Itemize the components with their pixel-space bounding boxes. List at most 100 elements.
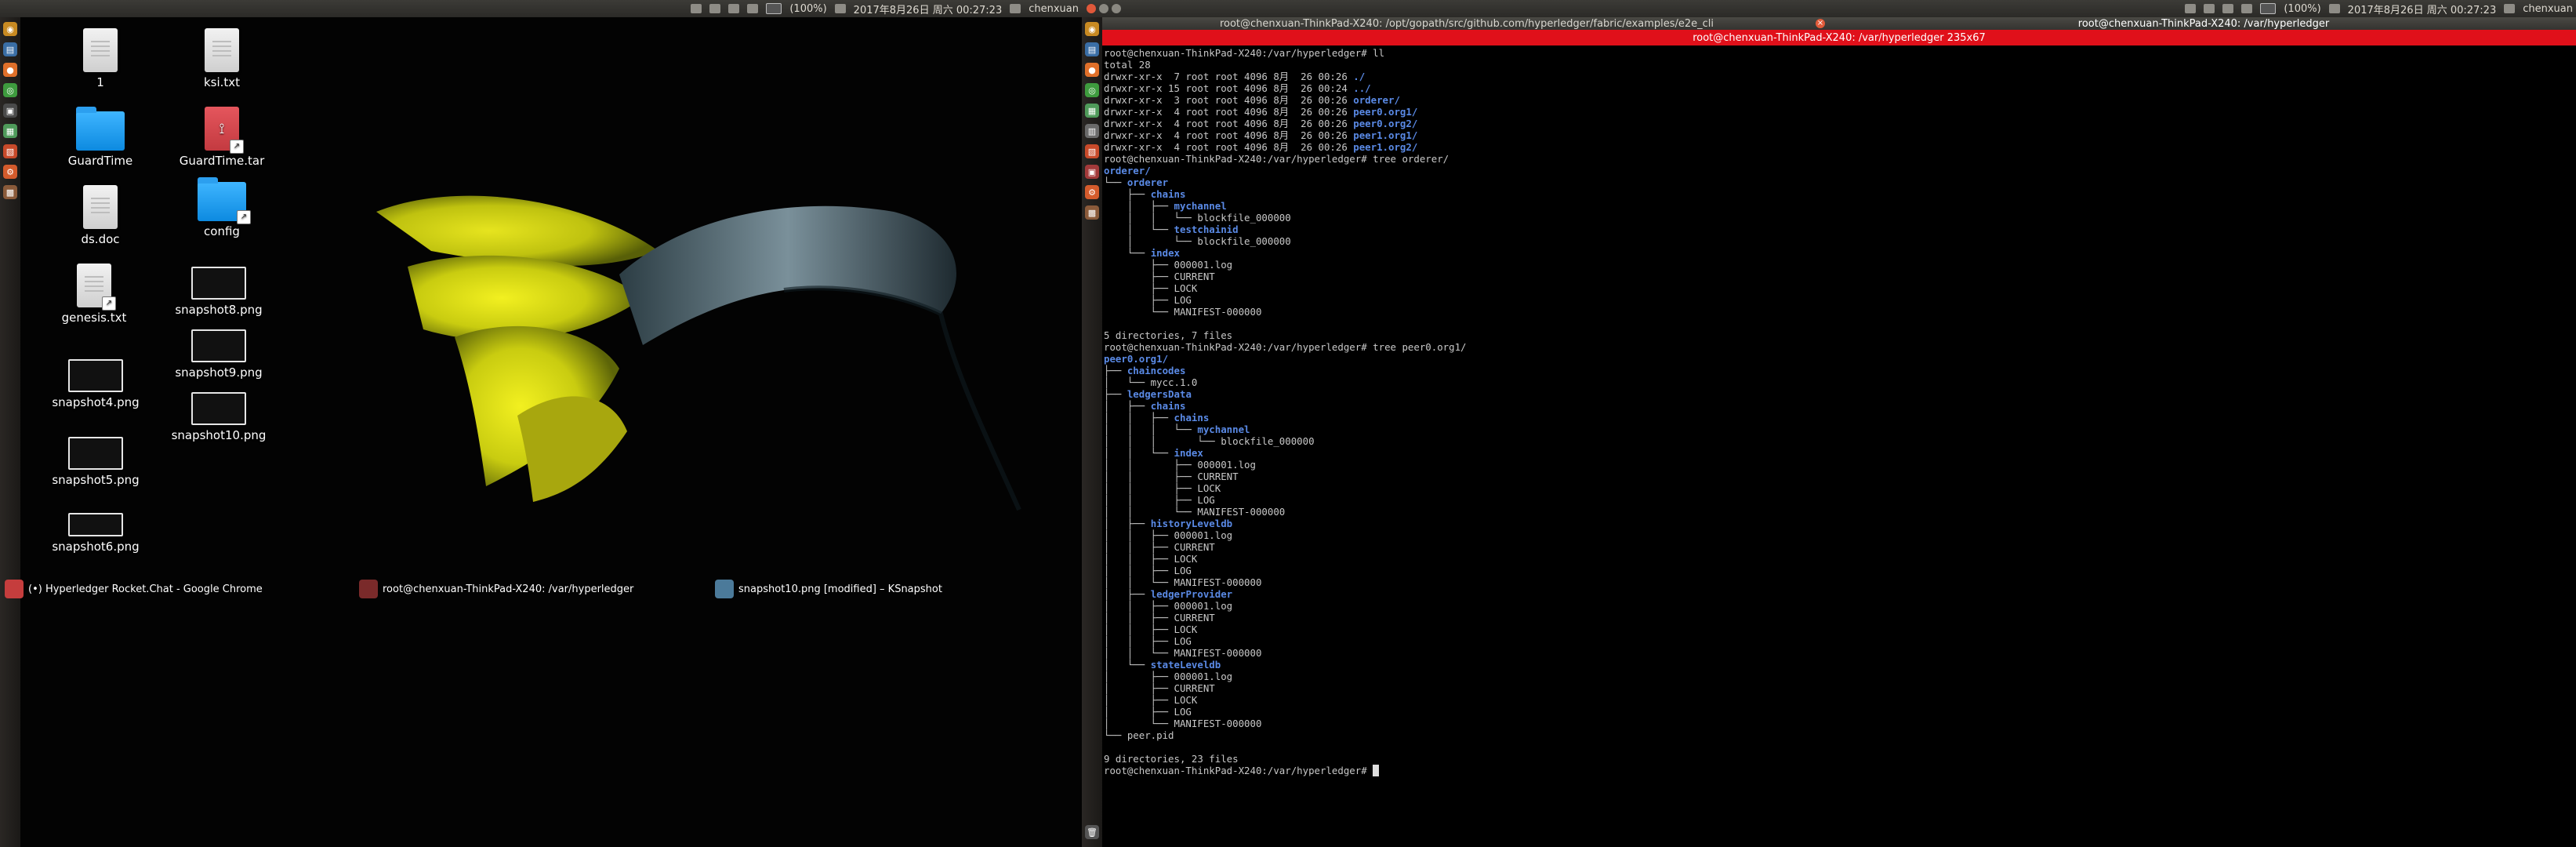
maximize-icon[interactable] <box>1112 4 1121 13</box>
calc-icon[interactable]: ▦ <box>1085 104 1099 118</box>
terminal-tab-2[interactable]: root@chenxuan-ThinkPad-X240: /var/hyperl… <box>1831 17 2576 30</box>
desktop-icon[interactable]: ↗ genesis.txt <box>35 259 153 325</box>
terminal-text: drwxr-xr-x 4 root root 4096 8月 26 00:26 <box>1104 106 1354 118</box>
desktop-icon-label: snapshot6.png <box>52 540 140 554</box>
mail-icon[interactable] <box>709 4 721 13</box>
terminal-line: │ │ ├── chains <box>1104 412 2576 424</box>
settings-icon[interactable]: ⚙ <box>3 165 17 179</box>
chrome-icon[interactable]: ◎ <box>3 83 17 97</box>
clock[interactable]: 2017年8月26日 周六 00:27:23 <box>2348 2 2497 16</box>
terminal-directory: mychannel <box>1197 424 1250 435</box>
calc-icon[interactable]: ▦ <box>3 124 17 138</box>
desktop-icon[interactable]: snapshot8.png <box>160 251 278 317</box>
desktop-icon[interactable]: ksi.txt <box>163 24 281 89</box>
desktop-icon[interactable]: ds.doc <box>42 180 159 246</box>
volume-icon[interactable] <box>834 4 846 13</box>
terminal-line: drwxr-xr-x 3 root root 4096 8月 26 00:26 … <box>1104 94 2576 106</box>
minimize-icon[interactable] <box>1099 4 1108 13</box>
terminal-text: │ │ ├── LOG <box>1104 565 1192 576</box>
terminal-text: drwxr-xr-x 4 root root 4096 8月 26 00:26 <box>1104 118 1354 129</box>
terminal-line: ├── LOCK <box>1104 282 2576 294</box>
terminal-text: │ ├── <box>1104 588 1151 600</box>
ubuntu-icon[interactable]: ◉ <box>3 22 17 36</box>
terminal-directory: orderer/ <box>1104 165 1151 176</box>
desktop-icon[interactable]: GuardTime <box>42 102 159 168</box>
terminal-icon[interactable]: ▣ <box>3 104 17 118</box>
terminal-icon[interactable]: ▣ <box>1085 165 1099 179</box>
top-panel: (100%) 2017年8月26日 周六 00:27:23 chenxuan <box>0 0 1082 17</box>
terminal-line: root@chenxuan-ThinkPad-X240:/var/hyperle… <box>1104 341 2576 353</box>
terminal-text: root@chenxuan-ThinkPad-X240:/var/hyperle… <box>1104 47 1385 59</box>
keyboard-icon[interactable] <box>2185 4 2197 13</box>
bluetooth-icon[interactable] <box>747 4 759 13</box>
terminal-tab-1[interactable]: root@chenxuan-ThinkPad-X240: /opt/gopath… <box>1102 17 1831 30</box>
battery-icon[interactable] <box>766 3 782 14</box>
user-name[interactable]: chenxuan <box>2523 3 2573 15</box>
firefox-icon[interactable]: ● <box>1085 63 1099 77</box>
desktop-icon-label: snapshot5.png <box>52 473 140 487</box>
archive-icon: ⟟ ↗ <box>205 107 244 154</box>
user-name[interactable]: chenxuan <box>1029 3 1079 15</box>
system-tray: (100%) 2017年8月26日 周六 00:27:23 chenxuan <box>691 2 1079 16</box>
desktop-icon[interactable]: snapshot9.png <box>160 314 278 380</box>
network-icon[interactable] <box>2222 4 2234 13</box>
right-monitor: (100%) 2017年8月26日 周六 00:27:23 chenxuan ◉… <box>1082 0 2576 847</box>
task-terminal[interactable]: root@chenxuan-ThinkPad-X240: /var/hyperl… <box>359 577 633 601</box>
impress-icon[interactable]: ▧ <box>3 144 17 158</box>
terminal-text: └── <box>1104 176 1127 188</box>
app-icon[interactable]: ▩ <box>1085 205 1099 220</box>
desktop-icon[interactable]: ⟟ ↗ GuardTime.tar <box>163 102 281 168</box>
clock[interactable]: 2017年8月26日 周六 00:27:23 <box>854 2 1003 16</box>
mail-icon[interactable] <box>2204 4 2215 13</box>
terminal-output[interactable]: root@chenxuan-ThinkPad-X240:/var/hyperle… <box>1104 47 2576 847</box>
document-icon <box>205 28 239 72</box>
terminal-line: drwxr-xr-x 4 root root 4096 8月 26 00:26 … <box>1104 129 2576 141</box>
volume-icon[interactable] <box>2328 4 2340 13</box>
trash-icon[interactable]: 🗑 <box>1085 825 1099 839</box>
files-icon[interactable]: ▥ <box>1085 124 1099 138</box>
terminal-text: │ ├── <box>1104 518 1151 529</box>
desktop-icon[interactable]: ↗ config <box>163 173 281 238</box>
terminal-text: total 28 <box>1104 59 1151 71</box>
desktop-icon[interactable]: 1 <box>42 24 159 89</box>
settings-icon[interactable]: ⚙ <box>1085 185 1099 199</box>
files-icon[interactable]: ▤ <box>3 42 17 56</box>
user-icon[interactable] <box>2504 4 2516 13</box>
desktop-icon[interactable]: snapshot5.png <box>37 421 154 487</box>
task-chrome[interactable]: (•) Hyperledger Rocket.Chat - Google Chr… <box>5 577 263 601</box>
close-icon[interactable] <box>1087 4 1096 13</box>
bluetooth-icon[interactable] <box>2241 4 2253 13</box>
desktop-icon-label: 1 <box>96 75 104 89</box>
link-badge-icon: ↗ <box>102 296 116 311</box>
terminal-line: └── peer.pid <box>1104 729 2576 741</box>
terminal-line: 9 directories, 23 files <box>1104 753 2576 765</box>
desktop-icon[interactable]: snapshot6.png <box>37 488 154 554</box>
terminal-line: orderer/ <box>1104 165 2576 176</box>
terminal-line: │ │ ├── LOG <box>1104 494 2576 506</box>
task-ksnapshot[interactable]: snapshot10.png [modified] – KSnapshot <box>715 577 942 601</box>
terminal-line: └── orderer <box>1104 176 2576 188</box>
terminal-line: │ │ └── MANIFEST-000000 <box>1104 647 2576 659</box>
ubuntu-icon[interactable]: ◉ <box>1085 22 1099 36</box>
launcher: ◉ ▤ ● ◎ ▣ ▦ ▧ ⚙ ▩ <box>0 17 20 847</box>
close-icon[interactable]: × <box>1816 19 1825 28</box>
user-icon[interactable] <box>1010 4 1021 13</box>
chrome-icon[interactable]: ◎ <box>1085 83 1099 97</box>
terminal-text: ├── CURRENT <box>1104 271 1215 282</box>
battery-icon[interactable] <box>2260 3 2277 14</box>
firefox-icon[interactable]: ● <box>3 63 17 77</box>
impress-icon[interactable]: ▧ <box>1085 144 1099 158</box>
desktop-icon[interactable]: snapshot4.png <box>37 344 154 409</box>
task-label: root@chenxuan-ThinkPad-X240: /var/hyperl… <box>383 583 634 595</box>
network-icon[interactable] <box>728 4 740 13</box>
keyboard-icon[interactable] <box>691 4 702 13</box>
terminal-line: │ └── mycc.1.0 <box>1104 376 2576 388</box>
terminal-text: └── peer.pid <box>1104 729 1174 741</box>
desktop-icon[interactable]: snapshot10.png <box>160 376 278 442</box>
app-icon[interactable]: ▩ <box>3 185 17 199</box>
terminal-window[interactable]: root@chenxuan-ThinkPad-X240: /opt/gopath… <box>1102 17 2576 847</box>
terminal-line: │ │ ├── CURRENT <box>1104 541 2576 553</box>
files-icon[interactable]: ▤ <box>1085 42 1099 56</box>
top-panel: (100%) 2017年8月26日 周六 00:27:23 chenxuan <box>1082 0 2576 17</box>
